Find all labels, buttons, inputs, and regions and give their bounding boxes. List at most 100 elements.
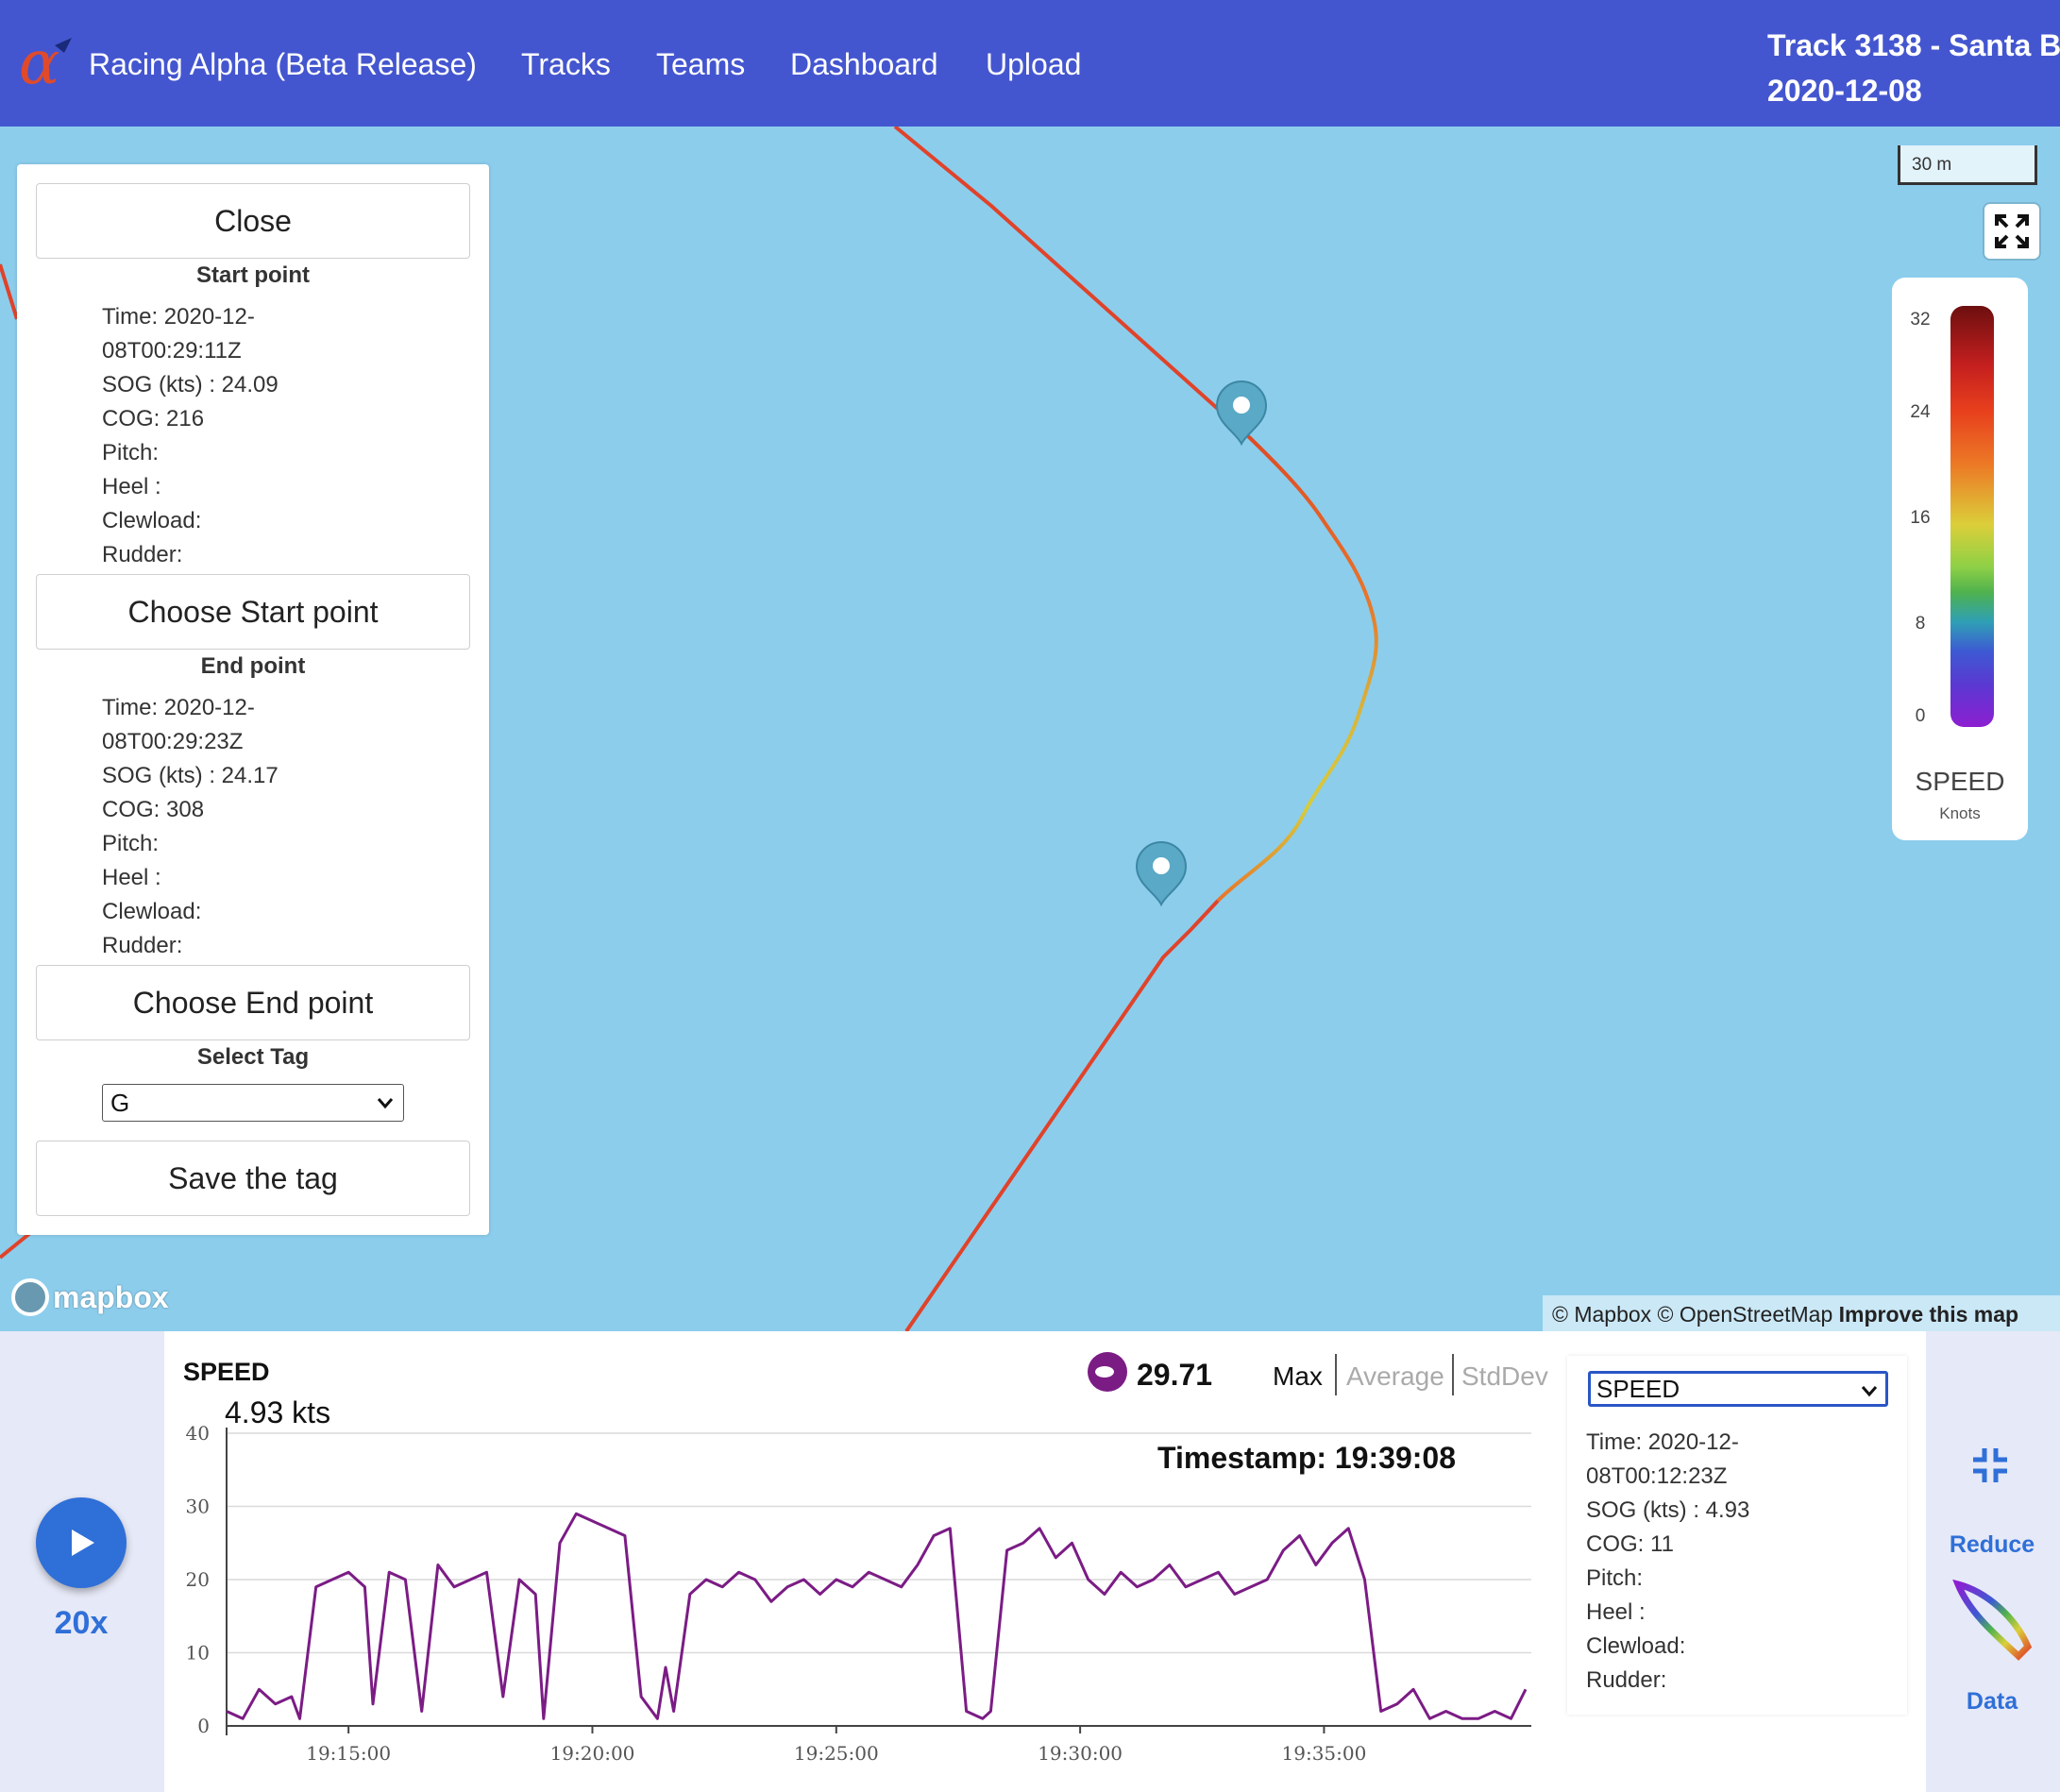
x-tick-label: 19:35:00	[1282, 1742, 1367, 1765]
start-heel: Heel :	[102, 474, 161, 499]
start-sog: SOG (kts) : 24.09	[102, 372, 279, 397]
speed-color-scale	[1950, 306, 1994, 727]
attribution-copyright[interactable]: © Mapbox © OpenStreetMap	[1552, 1302, 1832, 1327]
point-clewload: Clewload:	[1586, 1633, 1686, 1659]
track-segment-left-top	[0, 263, 19, 320]
choose-end-point-button[interactable]: Choose End point	[36, 965, 470, 1040]
max-indicator-icon	[1088, 1352, 1127, 1392]
mapbox-logo-icon	[11, 1278, 49, 1316]
end-heel: Heel :	[102, 865, 161, 890]
start-cog: COG: 216	[102, 406, 205, 431]
legend-title: SPEED	[1915, 767, 2005, 796]
y-tick-label: 0	[197, 1715, 210, 1737]
end-sog: SOG (kts) : 24.17	[102, 763, 279, 788]
brand-title[interactable]: Racing Alpha (Beta Release)	[89, 47, 477, 82]
start-rudder: Rudder:	[102, 542, 183, 567]
data-icon[interactable]	[1949, 1579, 2034, 1664]
end-cog: COG: 308	[102, 797, 205, 822]
legend-unit: Knots	[1939, 804, 1981, 822]
speed-series-line	[226, 1512, 1528, 1720]
choose-start-point-button[interactable]: Choose Start point	[36, 574, 470, 650]
fullscreen-button[interactable]	[1984, 204, 2039, 259]
metric-select-value: SPEED	[1596, 1374, 1680, 1403]
play-button[interactable]	[36, 1497, 127, 1588]
legend-tick: 0	[1915, 706, 1926, 726]
y-tick-label: 30	[186, 1496, 210, 1518]
tab-stddev[interactable]: StdDev	[1461, 1361, 1548, 1392]
point-heel: Heel :	[1586, 1599, 1646, 1625]
track-segment-left-bottom	[0, 1231, 32, 1259]
close-button[interactable]: Close	[36, 183, 470, 259]
top-navbar: α Racing Alpha (Beta Release) Tracks Tea…	[0, 0, 2060, 127]
nav-link-tracks[interactable]: Tracks	[521, 47, 611, 82]
map-marker-icon[interactable]	[1215, 380, 1268, 447]
metric-select[interactable]: SPEED	[1588, 1371, 1888, 1407]
point-time-line1: Time: 2020-12-	[1586, 1429, 1739, 1455]
start-point-title: Start point	[196, 262, 310, 288]
end-point-info: Time: 2020-12- 08T00:29:23Z SOG (kts) : …	[102, 691, 279, 963]
chevron-down-icon	[377, 1098, 394, 1109]
map-scale: 30 m	[1898, 145, 2037, 185]
tag-select[interactable]: G	[102, 1084, 404, 1122]
end-point-title: End point	[200, 653, 306, 679]
x-tick-label: 19:25:00	[794, 1742, 879, 1765]
point-cog: COG: 11	[1586, 1531, 1674, 1557]
end-clewload: Clewload:	[102, 899, 202, 924]
start-point-info: Time: 2020-12- 08T00:29:11Z SOG (kts) : …	[102, 300, 279, 572]
start-pitch: Pitch:	[102, 440, 160, 465]
legend-tick: 24	[1910, 402, 1931, 422]
track-title: Track 3138 - Santa B 2020-12-08	[1767, 23, 2060, 113]
map-marker-icon[interactable]	[1135, 841, 1188, 907]
point-time-line2: 08T00:12:23Z	[1586, 1463, 1728, 1489]
y-tick-label: 20	[186, 1568, 210, 1591]
mapbox-logo[interactable]: mapbox	[11, 1276, 169, 1318]
tab-max[interactable]: Max	[1273, 1361, 1323, 1392]
x-tick-label: 19:20:00	[550, 1742, 635, 1765]
legend-tick: 8	[1915, 614, 1926, 634]
improve-map-link[interactable]: Improve this map	[1839, 1302, 2018, 1327]
track-segment-top	[893, 127, 1248, 436]
track-title-line2: 2020-12-08	[1767, 74, 1922, 108]
tag-select-value: G	[110, 1088, 130, 1117]
save-tag-button[interactable]: Save the tag	[36, 1141, 470, 1216]
racing-alpha-logo-icon[interactable]: α	[17, 32, 79, 94]
y-tick-label: 10	[186, 1642, 210, 1665]
fullscreen-icon	[1995, 214, 2029, 248]
y-tick-label: 40	[186, 1422, 210, 1445]
point-sog: SOG (kts) : 4.93	[1586, 1497, 1750, 1523]
chevron-down-icon	[1861, 1386, 1878, 1397]
max-value: 29.71	[1137, 1358, 1213, 1392]
data-label[interactable]: Data	[1926, 1688, 2058, 1716]
svg-text:α: α	[19, 32, 59, 94]
point-info: Time: 2020-12- 08T00:12:23Z SOG (kts) : …	[1586, 1426, 1749, 1698]
playback-speed[interactable]: 20x	[36, 1605, 127, 1642]
chart-label: SPEED	[183, 1358, 270, 1386]
start-clewload: Clewload:	[102, 508, 202, 533]
tab-divider	[1335, 1354, 1337, 1395]
end-pitch: Pitch:	[102, 831, 160, 856]
tab-divider	[1452, 1354, 1454, 1395]
x-tick-label: 19:15:00	[306, 1742, 391, 1765]
select-tag-title: Select Tag	[196, 1044, 310, 1070]
end-time-line1: Time: 2020-12-	[102, 695, 255, 720]
legend-tick: 32	[1910, 310, 1931, 330]
chart-timestamp: Timestamp: 19:39:08	[1157, 1441, 1456, 1475]
end-rudder: Rudder:	[102, 933, 183, 958]
map-attribution: © Mapbox © OpenStreetMap Improve this ma…	[1543, 1295, 2060, 1331]
start-time-line2: 08T00:29:11Z	[102, 338, 242, 363]
track-segment-turn	[1216, 432, 1378, 903]
track-segment-bottom	[904, 899, 1220, 1331]
reduce-icon[interactable]	[1969, 1445, 2011, 1486]
tab-average[interactable]: Average	[1346, 1361, 1444, 1392]
mapbox-logo-text: mapbox	[53, 1279, 169, 1314]
start-time-line1: Time: 2020-12-	[102, 304, 255, 330]
point-pitch: Pitch:	[1586, 1565, 1644, 1591]
segment-panel: Close Start point Time: 2020-12- 08T00:2…	[17, 164, 489, 1235]
point-rudder: Rudder:	[1586, 1667, 1667, 1693]
nav-link-upload[interactable]: Upload	[986, 47, 1081, 82]
nav-link-teams[interactable]: Teams	[656, 47, 745, 82]
track-title-line1: Track 3138 - Santa B	[1767, 28, 2060, 62]
speed-legend: 32 24 16 8 0 SPEED Knots	[1892, 278, 2028, 840]
nav-link-dashboard[interactable]: Dashboard	[790, 47, 938, 82]
reduce-label[interactable]: Reduce	[1926, 1531, 2058, 1559]
